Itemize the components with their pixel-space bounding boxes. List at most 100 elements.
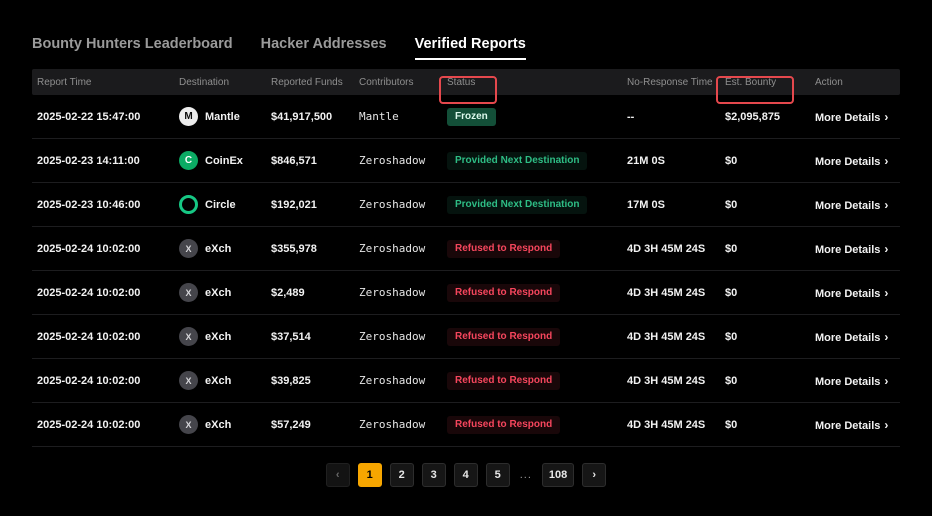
more-details-label: More Details xyxy=(815,200,880,212)
destination-name: eXch xyxy=(205,331,231,343)
column-header-reported-funds: Reported Funds xyxy=(266,77,354,88)
pagination-page-1[interactable]: 1 xyxy=(358,463,382,487)
exch-icon: X xyxy=(179,283,198,302)
contributors: Zeroshadow xyxy=(354,154,442,167)
destination-cell: Circle xyxy=(174,195,266,214)
no-response-time: 4D 3H 45M 24S xyxy=(622,243,720,255)
more-details-label: More Details xyxy=(815,112,880,124)
pagination-next-button[interactable]: › xyxy=(582,463,606,487)
status-badge: Refused to Respond xyxy=(447,372,560,390)
reported-funds: $41,917,500 xyxy=(266,111,354,123)
status-cell: Refused to Respond xyxy=(442,328,622,346)
column-header-destination: Destination xyxy=(174,77,266,88)
no-response-time: 4D 3H 45M 24S xyxy=(622,331,720,343)
tab-bounty-hunters-leaderboard[interactable]: Bounty Hunters Leaderboard xyxy=(32,36,233,63)
reported-funds: $846,571 xyxy=(266,155,354,167)
more-details-link[interactable]: More Details › xyxy=(810,418,900,432)
reported-funds: $57,249 xyxy=(266,419,354,431)
pagination-page-2[interactable]: 2 xyxy=(390,463,414,487)
reported-funds: $192,021 xyxy=(266,199,354,211)
verified-reports-page: Bounty Hunters Leaderboard Hacker Addres… xyxy=(0,0,932,516)
status-badge: Refused to Respond xyxy=(447,328,560,346)
tab-bar: Bounty Hunters Leaderboard Hacker Addres… xyxy=(32,36,900,63)
destination-cell: X eXch xyxy=(174,371,266,390)
column-header-report-time: Report Time xyxy=(32,77,174,88)
column-header-no-response-time: No-Response Time xyxy=(622,77,720,88)
pagination-page-108[interactable]: 108 xyxy=(542,463,574,487)
status-cell: Refused to Respond xyxy=(442,416,622,434)
reports-table: Report Time Destination Reported Funds C… xyxy=(32,69,900,447)
status-badge: Provided Next Destination xyxy=(447,152,587,170)
table-row: 2025-02-24 10:02:00 X eXch $57,249 Zeros… xyxy=(32,403,900,447)
pagination: ‹ 1 2 3 4 5 ... 108 › xyxy=(32,463,900,487)
destination-name: CoinEx xyxy=(205,155,243,167)
destination-name: eXch xyxy=(205,375,231,387)
est-bounty: $0 xyxy=(720,375,810,387)
more-details-label: More Details xyxy=(815,420,880,432)
pagination-page-4[interactable]: 4 xyxy=(454,463,478,487)
est-bounty: $0 xyxy=(720,287,810,299)
more-details-label: More Details xyxy=(815,288,880,300)
pagination-page-3[interactable]: 3 xyxy=(422,463,446,487)
pagination-page-5[interactable]: 5 xyxy=(486,463,510,487)
status-badge: Refused to Respond xyxy=(447,416,560,434)
destination-cell: C CoinEx xyxy=(174,151,266,170)
status-cell: Refused to Respond xyxy=(442,372,622,390)
column-header-status: Status xyxy=(442,77,622,88)
report-time: 2025-02-24 10:02:00 xyxy=(32,419,174,431)
reported-funds: $39,825 xyxy=(266,375,354,387)
chevron-right-icon: › xyxy=(884,418,888,432)
status-badge: Refused to Respond xyxy=(447,284,560,302)
tab-hacker-addresses[interactable]: Hacker Addresses xyxy=(261,36,387,63)
chevron-right-icon: › xyxy=(884,154,888,168)
contributors: Zeroshadow xyxy=(354,198,442,211)
more-details-link[interactable]: More Details› xyxy=(810,286,900,300)
status-cell: Frozen xyxy=(442,108,622,126)
exch-icon: X xyxy=(179,239,198,258)
chevron-left-icon: ‹ xyxy=(336,469,340,481)
report-time: 2025-02-24 10:02:00 xyxy=(32,331,174,343)
column-header-est-bounty: Est. Bounty xyxy=(720,77,810,88)
no-response-time: 17M 0S xyxy=(622,199,720,211)
status-cell: Refused to Respond xyxy=(442,284,622,302)
column-header-contributors: Contributors xyxy=(354,77,442,88)
table-row: 2025-02-24 10:02:00 X eXch $2,489 Zerosh… xyxy=(32,271,900,315)
contributors: Zeroshadow xyxy=(354,330,442,343)
exch-icon: X xyxy=(179,371,198,390)
reported-funds: $37,514 xyxy=(266,331,354,343)
destination-cell: X eXch xyxy=(174,327,266,346)
exch-icon: X xyxy=(179,327,198,346)
est-bounty: $2,095,875 xyxy=(720,111,810,123)
status-badge: Provided Next Destination xyxy=(447,196,587,214)
pagination-prev-button[interactable]: ‹ xyxy=(326,463,350,487)
more-details-link[interactable]: More Details› xyxy=(810,330,900,344)
more-details-link[interactable]: More Details› xyxy=(810,110,900,124)
status-badge: Refused to Respond xyxy=(447,240,560,258)
circle-icon xyxy=(179,195,198,214)
more-details-link[interactable]: More Details › xyxy=(810,154,900,168)
more-details-link[interactable]: More Details › xyxy=(810,198,900,212)
table-row: 2025-02-24 10:02:00 X eXch $355,978 Zero… xyxy=(32,227,900,271)
est-bounty: $0 xyxy=(720,199,810,211)
more-details-link[interactable]: More Details› xyxy=(810,374,900,388)
est-bounty: $0 xyxy=(720,331,810,343)
chevron-right-icon: › xyxy=(592,469,596,481)
tab-verified-reports[interactable]: Verified Reports xyxy=(415,36,526,63)
no-response-time: 4D 3H 45M 24S xyxy=(622,375,720,387)
no-response-time: -- xyxy=(622,111,720,123)
destination-cell: X eXch xyxy=(174,415,266,434)
table-row: 2025-02-22 15:47:00 M Mantle $41,917,500… xyxy=(32,95,900,139)
destination-cell: X eXch xyxy=(174,239,266,258)
contributors: Zeroshadow xyxy=(354,242,442,255)
destination-cell: X eXch xyxy=(174,283,266,302)
status-cell: Refused to Respond xyxy=(442,240,622,258)
more-details-label: More Details xyxy=(815,376,880,388)
chevron-right-icon: › xyxy=(884,198,888,212)
contributors: Zeroshadow xyxy=(354,418,442,431)
no-response-time: 4D 3H 45M 24S xyxy=(622,419,720,431)
est-bounty: $0 xyxy=(720,155,810,167)
more-details-label: More Details xyxy=(815,156,880,168)
chevron-right-icon: › xyxy=(884,242,888,256)
mantle-icon: M xyxy=(179,107,198,126)
more-details-link[interactable]: More Details› xyxy=(810,242,900,256)
